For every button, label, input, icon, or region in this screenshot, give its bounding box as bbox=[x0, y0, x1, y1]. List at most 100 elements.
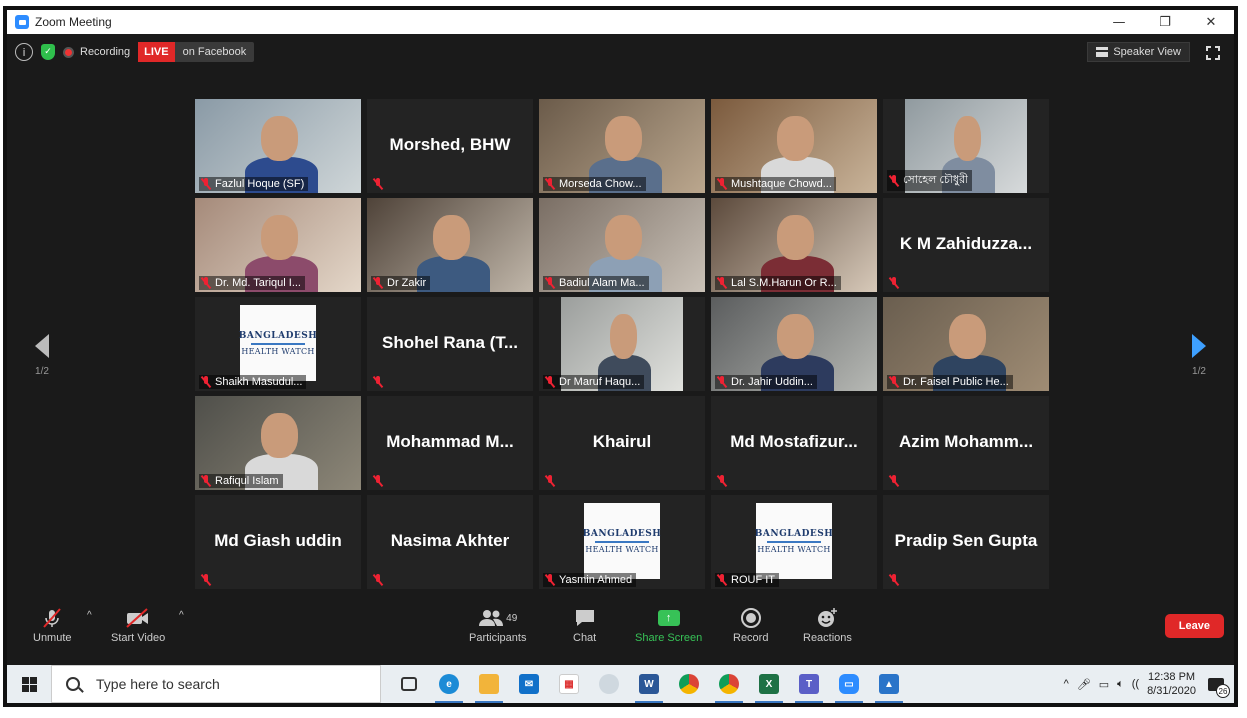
leave-button[interactable]: Leave bbox=[1164, 614, 1224, 638]
photos-icon: ▲ bbox=[879, 674, 899, 694]
participant-tile[interactable]: Dr Maruf Haqu... bbox=[539, 297, 705, 391]
participant-tile[interactable]: Khairul bbox=[539, 396, 705, 490]
wifi-icon[interactable]: (( bbox=[1132, 678, 1139, 690]
previous-page-button[interactable]: 1/2 bbox=[27, 334, 57, 377]
participant-name-center: Azim Mohamm... bbox=[898, 432, 1034, 451]
participant-label bbox=[199, 573, 215, 587]
recording-indicator[interactable]: Recording bbox=[63, 46, 130, 58]
taskbar-file-explorer[interactable] bbox=[469, 665, 509, 703]
muted-mic-icon bbox=[889, 277, 899, 289]
participant-tile[interactable]: Dr. Faisel Public He... bbox=[883, 297, 1049, 391]
participant-tile[interactable]: Dr. Jahir Uddin... bbox=[711, 297, 877, 391]
participant-label: Yasmin Ahmed bbox=[543, 573, 637, 587]
live-stream-indicator[interactable]: LIVE on Facebook bbox=[138, 42, 255, 62]
taskbar-app-cloud[interactable] bbox=[589, 665, 629, 703]
live-badge: LIVE bbox=[138, 42, 175, 62]
taskbar-search-input[interactable]: Type here to search bbox=[51, 665, 381, 703]
participant-label bbox=[371, 474, 387, 488]
windows-taskbar: Type here to search e ✉ ▦ W X T ▭ ▲ ^ 🎤︎… bbox=[7, 665, 1234, 703]
participant-name: Dr. Jahir Uddin... bbox=[731, 376, 813, 388]
speaker-view-button[interactable]: Speaker View bbox=[1087, 42, 1190, 62]
participant-tile[interactable]: Fazlul Hoque (SF) bbox=[195, 99, 361, 193]
muted-mic-icon bbox=[889, 174, 899, 187]
taskbar-zoom[interactable]: ▭ bbox=[829, 665, 869, 703]
microphone-tray-icon[interactable]: 🎤︎ bbox=[1077, 678, 1091, 691]
logo-line-2: HEALTH WATCH bbox=[757, 544, 831, 554]
start-video-button[interactable]: Start Video bbox=[111, 606, 165, 644]
participant-tile[interactable]: Morseda Chow... bbox=[539, 99, 705, 193]
page-indicator-left: 1/2 bbox=[35, 366, 49, 377]
participant-label bbox=[887, 276, 903, 290]
participant-tile[interactable]: Azim Mohamm... bbox=[883, 396, 1049, 490]
participant-tile[interactable]: Shohel Rana (T... bbox=[367, 297, 533, 391]
taskbar-chrome[interactable] bbox=[669, 665, 709, 703]
audio-options-caret-icon[interactable]: ^ bbox=[87, 610, 92, 621]
record-button[interactable]: Record bbox=[733, 606, 768, 644]
reactions-button[interactable]: Reactions bbox=[803, 606, 852, 644]
participant-tile[interactable]: BANGLADESH HEALTH WATCH ROUF IT bbox=[711, 495, 877, 589]
restore-button[interactable]: ❐ bbox=[1142, 10, 1188, 34]
participant-label: Dr Zakir bbox=[371, 276, 431, 290]
taskbar-teams[interactable]: T bbox=[789, 665, 829, 703]
clock-time: 12:38 PM bbox=[1147, 671, 1196, 683]
unmute-button[interactable]: Unmute bbox=[33, 606, 72, 644]
taskbar-word[interactable]: W bbox=[629, 665, 669, 703]
taskbar-chrome-profile[interactable] bbox=[709, 665, 749, 703]
next-page-button[interactable]: 1/2 bbox=[1184, 334, 1214, 377]
participant-tile[interactable]: Pradip Sen Gupta bbox=[883, 495, 1049, 589]
notifications-button[interactable]: 26 bbox=[1204, 672, 1230, 698]
windows-start-button[interactable] bbox=[7, 665, 51, 703]
participant-tile[interactable]: BANGLADESH HEALTH WATCH Yasmin Ahmed bbox=[539, 495, 705, 589]
participant-tile[interactable]: Md Mostafizur... bbox=[711, 396, 877, 490]
participant-tile[interactable]: Dr. Md. Tariqul I... bbox=[195, 198, 361, 292]
taskbar-excel[interactable]: X bbox=[749, 665, 789, 703]
chrome-profile-icon bbox=[719, 674, 739, 694]
participant-tile[interactable]: Morshed, BHW bbox=[367, 99, 533, 193]
video-options-caret-icon[interactable]: ^ bbox=[179, 610, 184, 621]
participant-tile[interactable]: Rafiqul Islam bbox=[195, 396, 361, 490]
participant-tile[interactable]: Nasima Akhter bbox=[367, 495, 533, 589]
task-view-icon bbox=[401, 677, 417, 691]
participants-button[interactable]: 49 Participants bbox=[469, 606, 526, 644]
muted-mic-icon bbox=[717, 178, 727, 190]
participant-label bbox=[715, 474, 731, 488]
taskbar-mail[interactable]: ✉ bbox=[509, 665, 549, 703]
window-titlebar: Zoom Meeting — ❐ ✕ bbox=[7, 10, 1234, 34]
participant-tile[interactable]: Lal S.M.Harun Or R... bbox=[711, 198, 877, 292]
participant-tile[interactable]: Md Giash uddin bbox=[195, 495, 361, 589]
participant-tile[interactable]: BANGLADESH HEALTH WATCH Shaikh Masudul... bbox=[195, 297, 361, 391]
volume-icon[interactable]: 🔈︎ bbox=[1117, 678, 1124, 691]
security-shield-icon[interactable]: ✓ bbox=[41, 44, 55, 60]
share-screen-button[interactable]: ↑ Share Screen bbox=[635, 606, 702, 644]
participants-icon-group: 49 bbox=[478, 606, 517, 630]
participant-tile[interactable]: Badiul Alam Ma... bbox=[539, 198, 705, 292]
record-icon bbox=[740, 606, 762, 630]
tray-overflow-icon[interactable]: ^ bbox=[1064, 678, 1069, 690]
task-view-button[interactable] bbox=[389, 665, 429, 703]
clock-date: 8/31/2020 bbox=[1147, 685, 1196, 697]
participant-tile[interactable]: K M Zahiduzza... bbox=[883, 198, 1049, 292]
taskbar-store[interactable]: ▦ bbox=[549, 665, 589, 703]
taskbar-edge[interactable]: e bbox=[429, 665, 469, 703]
taskbar-photos[interactable]: ▲ bbox=[869, 665, 909, 703]
left-arrow-icon bbox=[35, 334, 49, 358]
participant-tile[interactable]: Mushtaque Chowd... bbox=[711, 99, 877, 193]
taskbar-clock[interactable]: 12:38 PM 8/31/2020 bbox=[1147, 670, 1196, 698]
participant-tile[interactable]: Mohammad M... bbox=[367, 396, 533, 490]
notification-count: 26 bbox=[1216, 684, 1230, 698]
participant-name: Shaikh Masudul... bbox=[215, 376, 303, 388]
search-placeholder: Type here to search bbox=[96, 676, 220, 692]
participant-tile[interactable]: সোহেল চৌধুরী bbox=[883, 99, 1049, 193]
chat-button[interactable]: Chat bbox=[573, 606, 596, 644]
muted-mic-icon bbox=[545, 376, 555, 388]
battery-icon[interactable]: ▭ bbox=[1099, 678, 1109, 691]
close-button[interactable]: ✕ bbox=[1188, 10, 1234, 34]
info-icon[interactable]: i bbox=[15, 43, 33, 61]
participant-name-center: Mohammad M... bbox=[386, 432, 514, 451]
participant-label bbox=[887, 474, 903, 488]
participant-tile[interactable]: Dr Zakir bbox=[367, 198, 533, 292]
fullscreen-icon[interactable] bbox=[1206, 46, 1220, 60]
bangladesh-health-watch-logo: BANGLADESH HEALTH WATCH bbox=[239, 305, 317, 381]
muted-mic-icon bbox=[201, 574, 211, 586]
minimize-button[interactable]: — bbox=[1096, 10, 1142, 34]
